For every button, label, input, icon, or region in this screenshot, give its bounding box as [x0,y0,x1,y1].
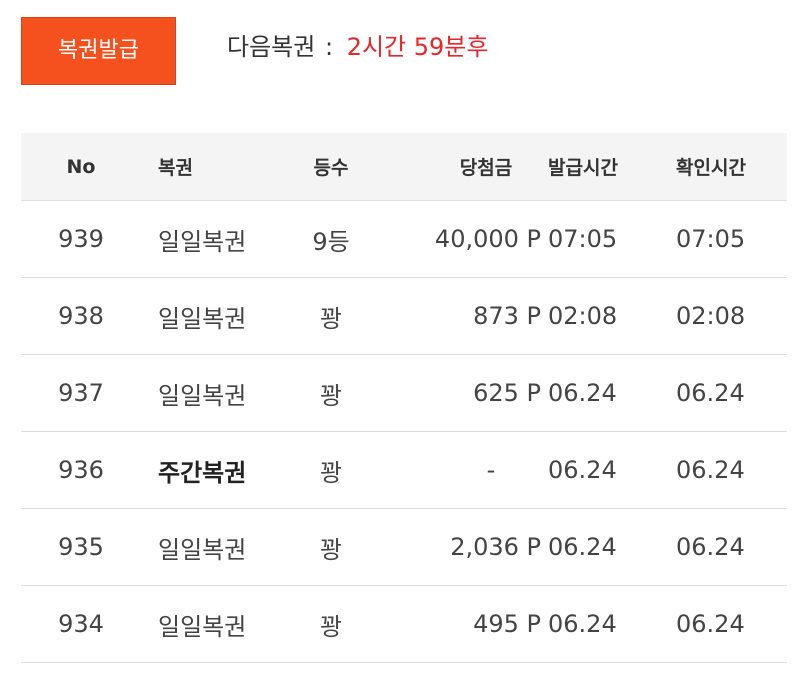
cell-issue-time: 06.24 [548,533,617,561]
header-rank: 등수 [313,157,349,179]
header: 복권발급 다음복권 : 2시간 59분후 [21,17,781,87]
cell-no: 937 [58,379,104,407]
cell-prize: 873 P [473,302,541,330]
header-prize: 당첨금 [381,153,541,180]
cell-type: 일일복권 [158,227,247,256]
cell-no: 938 [58,302,104,330]
cell-rank: 꽝 [319,612,343,641]
next-lottery-info: 다음복권 : 2시간 59분후 [227,29,488,65]
cell-type: 일일복권 [158,304,247,333]
table-row[interactable]: 935 일일복권 꽝 2,036 P 06.24 06.24 [21,509,787,586]
next-lottery-colon: : [324,33,334,61]
header-no: No [66,155,96,178]
cell-issue-time: 07:05 [548,225,618,253]
cell-prize: - [486,456,496,484]
cell-prize: 495 P [473,610,541,638]
table-row[interactable]: 938 일일복권 꽝 873 P 02:08 02:08 [21,278,787,355]
lottery-history-table: No 복권 등수 당첨금 발급시간 확인시간 939 일일복권 9등 40,000 P… [21,133,787,663]
cell-rank: 꽝 [319,304,343,333]
table-header: No 복권 등수 당첨금 발급시간 확인시간 [21,133,787,201]
cell-no: 935 [58,533,104,561]
cell-type: 일일복권 [158,535,247,564]
cell-type: 일일복권 [158,381,247,410]
cell-prize: 2,036 P [450,533,541,561]
cell-type: 일일복권 [158,612,247,641]
cell-issue-time: 06.24 [548,610,617,638]
cell-check-time: 07:05 [676,225,746,253]
header-type: 복권 [158,157,193,179]
table-body: 939 일일복권 9등 40,000 P 07:05 07:05 938 일일복권 꽝 873 P… [21,201,787,663]
header-prize-text: 당첨금 [459,157,513,179]
cell-check-time: 06.24 [676,610,745,638]
next-lottery-label: 다음복권 [227,33,316,61]
cell-rank: 꽝 [319,458,343,487]
table-row[interactable]: 934 일일복권 꽝 495 P 06.24 06.24 [21,586,787,663]
cell-check-time: 02:08 [676,302,746,330]
cell-no: 939 [58,225,104,253]
cell-issue-time: 06.24 [548,456,617,484]
cell-type: 주간복권 [158,458,247,487]
header-issue-time: 발급시간 [548,157,618,179]
table-row[interactable]: 939 일일복권 9등 40,000 P 07:05 07:05 [21,201,787,278]
cell-check-time: 06.24 [676,533,745,561]
next-lottery-countdown: 2시간 59분후 [346,33,489,61]
issue-lottery-button[interactable]: 복권발급 [21,17,176,85]
cell-prize: 625 P [473,379,541,407]
cell-no: 936 [58,456,104,484]
cell-check-time: 06.24 [676,456,745,484]
cell-check-time: 06.24 [676,379,745,407]
cell-no: 934 [58,610,104,638]
header-check-time: 확인시간 [676,157,746,179]
table-row[interactable]: 937 일일복권 꽝 625 P 06.24 06.24 [21,355,787,432]
table-row[interactable]: 936 주간복권 꽝 - 06.24 06.24 [21,432,787,509]
cell-rank: 꽝 [319,535,343,564]
cell-prize: 40,000 P [434,225,541,253]
cell-issue-time: 02:08 [548,302,618,330]
cell-rank: 9등 [312,227,350,256]
cell-rank: 꽝 [319,381,343,410]
cell-issue-time: 06.24 [548,379,617,407]
